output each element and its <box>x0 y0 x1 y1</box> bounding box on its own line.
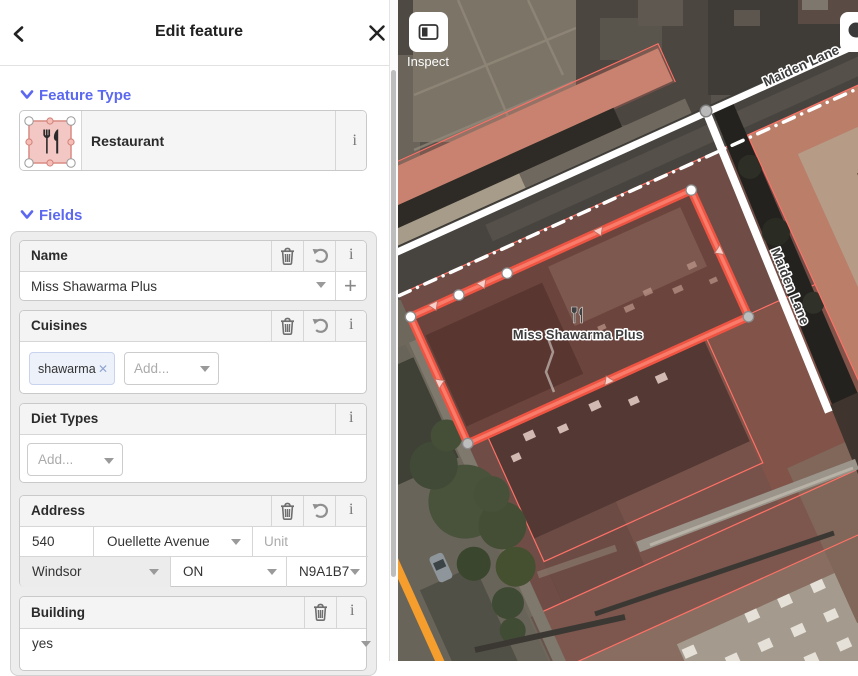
svg-text:Miss Shawarma Plus: Miss Shawarma Plus <box>513 327 643 342</box>
svg-text:Inspect: Inspect <box>407 54 449 69</box>
